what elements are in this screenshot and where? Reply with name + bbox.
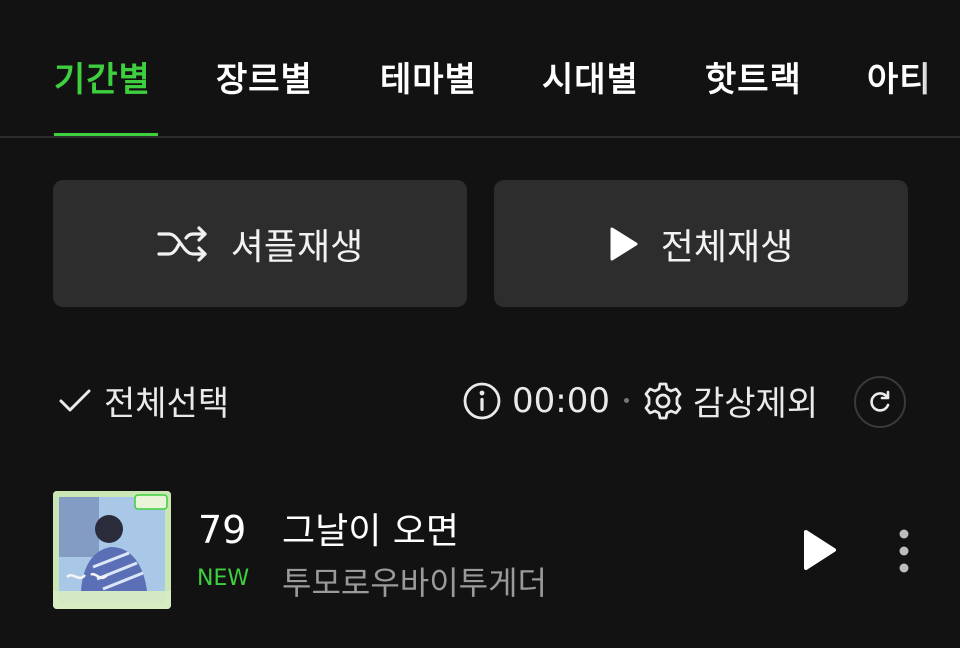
active-tab-indicator — [54, 133, 158, 136]
shuffle-play-label: 셔플재생 — [230, 226, 364, 268]
separator-dot — [623, 398, 629, 403]
refresh-button[interactable] — [854, 376, 906, 428]
exclude-listening-button[interactable]: 감상제외 — [693, 376, 818, 425]
listen-time-value: 00:00 — [512, 380, 610, 421]
play-icon — [800, 530, 840, 576]
play-all-label: 전체재생 — [660, 226, 794, 268]
more-vertical-icon — [890, 529, 918, 578]
gear-icon — [643, 381, 683, 421]
info-icon[interactable] — [462, 381, 502, 421]
play-all-button[interactable]: 전체재생 — [494, 180, 908, 307]
play-icon — [609, 226, 639, 262]
tab-theme[interactable]: 테마별 — [380, 52, 477, 101]
tabs-scroll-fade — [920, 40, 960, 110]
album-art[interactable] — [53, 491, 171, 609]
track-play-button[interactable] — [800, 528, 840, 572]
select-all-label: 전체선택 — [104, 384, 230, 424]
shuffle-icon — [157, 225, 209, 262]
track-more-button[interactable] — [890, 528, 918, 574]
track-artist[interactable]: 투모로우바이투게더 — [282, 558, 547, 604]
refresh-icon — [867, 389, 893, 415]
track-row[interactable]: 79 NEW 그날이 오면 투모로우바이투게더 — [0, 488, 960, 610]
shuffle-play-button[interactable]: 셔플재생 — [53, 180, 467, 307]
check-icon — [58, 387, 92, 415]
tab-era[interactable]: 시대별 — [542, 52, 639, 101]
track-title[interactable]: 그날이 오면 — [282, 502, 459, 554]
tab-genre[interactable]: 장르별 — [216, 52, 313, 101]
tab-hot-track[interactable]: 핫트랙 — [705, 52, 802, 101]
new-badge: NEW — [197, 566, 250, 591]
select-all-button[interactable]: 전체선택 — [58, 376, 229, 425]
listen-time-group: 00:00 감상제외 — [462, 376, 818, 425]
tab-period[interactable]: 기간별 — [54, 52, 151, 101]
list-toolbar: 전체선택 00:00 감상제외 — [0, 372, 960, 432]
track-rank: 79 — [198, 508, 247, 552]
category-tabs: 기간별 장르별 테마별 시대별 핫트랙 아티 — [0, 0, 960, 138]
